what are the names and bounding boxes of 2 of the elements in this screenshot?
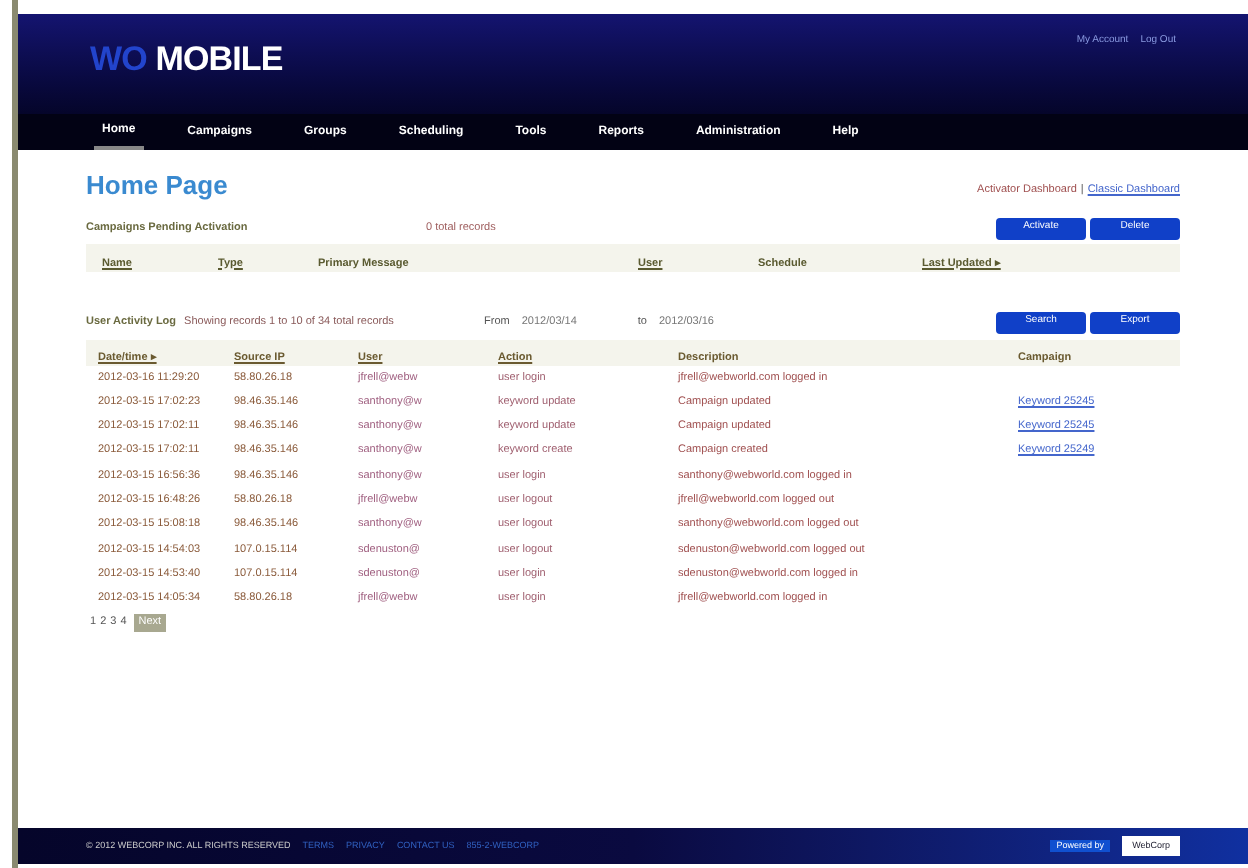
page-title: Home Page — [86, 168, 228, 204]
logo: WO MOBILE — [90, 38, 283, 82]
